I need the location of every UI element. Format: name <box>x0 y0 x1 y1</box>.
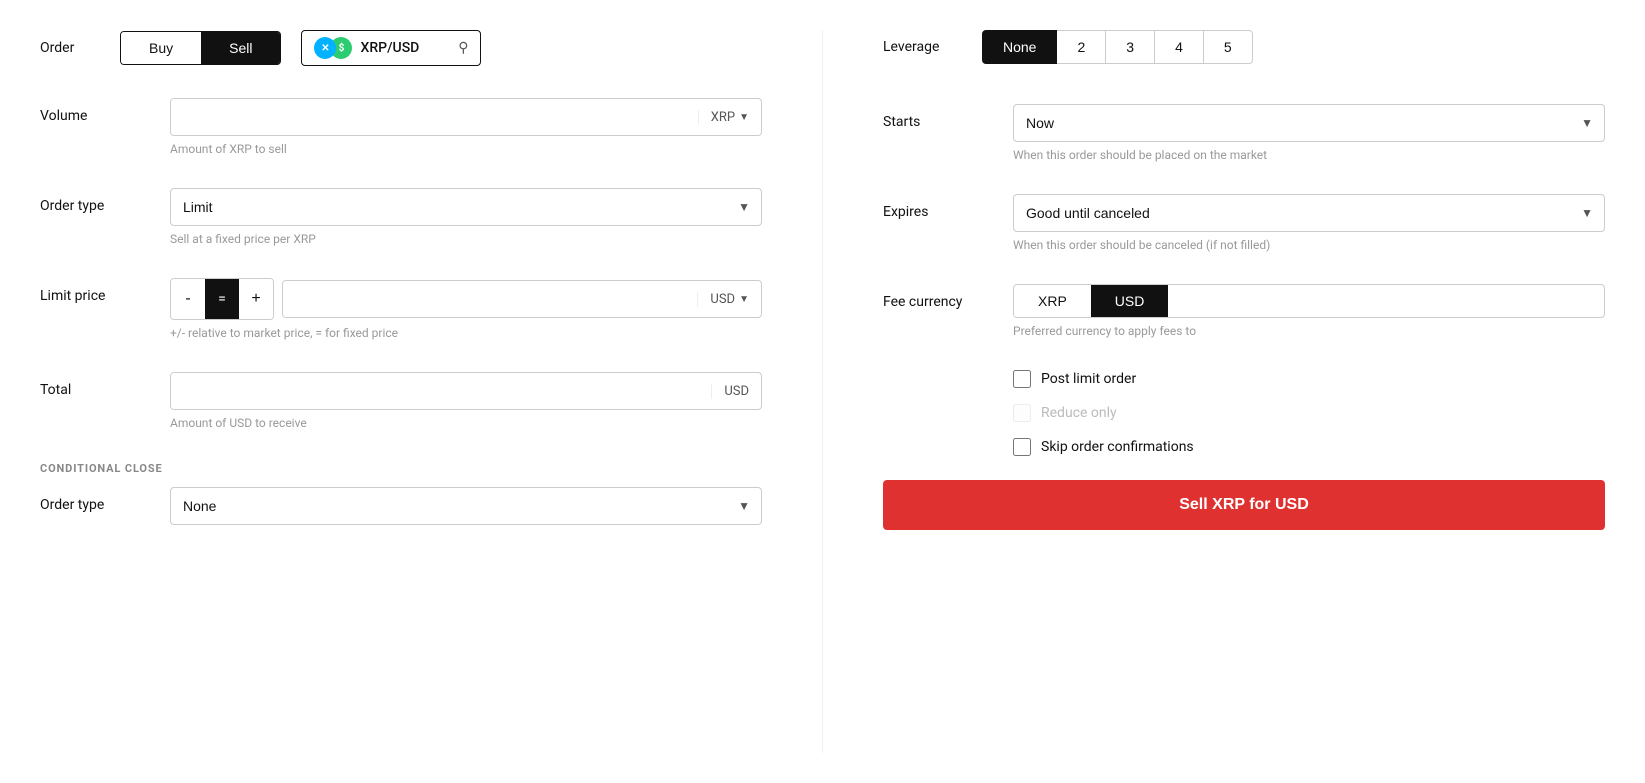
search-icon[interactable]: ⚲ <box>458 40 468 56</box>
starts-hint: When this order should be placed on the … <box>1013 148 1605 162</box>
conditional-order-type-select[interactable]: None Limit Market Stop Loss Take Profit <box>170 487 762 525</box>
skip-confirmations-label[interactable]: Skip order confirmations <box>1041 439 1194 455</box>
fee-currency-label: Fee currency <box>883 284 1013 310</box>
total-hint: Amount of USD to receive <box>170 416 762 430</box>
fee-currency-hint: Preferred currency to apply fees to <box>1013 324 1605 338</box>
fee-xrp-btn[interactable]: XRP <box>1014 285 1091 317</box>
limit-price-hint: +/- relative to market price, = for fixe… <box>170 326 762 340</box>
volume-input-wrap: XRP ▼ <box>170 98 762 136</box>
total-label: Total <box>40 372 170 398</box>
post-limit-checkbox[interactable] <box>1013 370 1031 388</box>
order-type-label: Order type <box>40 188 170 214</box>
limit-price-dropdown-arrow: ▼ <box>739 294 749 305</box>
volume-currency-selector[interactable]: XRP ▼ <box>698 110 761 125</box>
order-label: Order <box>40 40 100 56</box>
limit-price-input[interactable]: 0.33334 <box>283 281 697 317</box>
leverage-4-btn[interactable]: 4 <box>1154 30 1204 64</box>
leverage-options: None 2 3 4 5 <box>983 30 1253 64</box>
volume-input[interactable] <box>171 99 698 135</box>
volume-label: Volume <box>40 98 170 124</box>
volume-currency: XRP <box>711 110 735 125</box>
expires-hint: When this order should be canceled (if n… <box>1013 238 1605 252</box>
post-limit-label[interactable]: Post limit order <box>1041 371 1136 387</box>
buy-button[interactable]: Buy <box>121 32 201 64</box>
conditional-order-type-select-wrap: None Limit Market Stop Loss Take Profit … <box>170 487 762 525</box>
fee-usd-btn[interactable]: USD <box>1091 285 1169 317</box>
leverage-5-btn[interactable]: 5 <box>1203 30 1253 64</box>
leverage-none-btn[interactable]: None <box>982 30 1057 64</box>
starts-label: Starts <box>883 104 1013 130</box>
expires-select[interactable]: Good until canceled Day 1 week 1 month <box>1013 194 1605 232</box>
total-currency: USD <box>711 384 761 399</box>
leverage-3-btn[interactable]: 3 <box>1105 30 1155 64</box>
pair-selector[interactable]: ✕ $ XRP/USD ⚲ <box>301 30 481 66</box>
starts-select-wrap: Now Custom ▼ <box>1013 104 1605 142</box>
order-type-hint: Sell at a fixed price per XRP <box>170 232 762 246</box>
limit-price-input-wrap: 0.33334 USD ▼ <box>282 280 762 318</box>
reduce-only-label: Reduce only <box>1041 405 1117 421</box>
total-currency-text: USD <box>724 384 749 399</box>
post-limit-order-row: Post limit order <box>1013 370 1605 388</box>
volume-dropdown-arrow: ▼ <box>739 112 749 123</box>
leverage-2-btn[interactable]: 2 <box>1056 30 1106 64</box>
pair-icon: ✕ $ <box>314 37 352 59</box>
pair-text: XRP/USD <box>360 40 450 56</box>
total-input-wrap: USD <box>170 372 762 410</box>
buy-sell-toggle[interactable]: Buy Sell <box>120 31 281 65</box>
skip-confirmations-row: Skip order confirmations <box>1013 438 1605 456</box>
stepper-equals[interactable]: = <box>205 279 239 319</box>
limit-price-currency-selector[interactable]: USD ▼ <box>697 292 761 307</box>
reduce-only-row: Reduce only <box>1013 404 1605 422</box>
limit-price-currency: USD <box>710 292 735 307</box>
order-type-select[interactable]: Limit Market Stop Loss Take Profit <box>170 188 762 226</box>
expires-label: Expires <box>883 194 1013 220</box>
stepper-plus[interactable]: + <box>239 279 273 319</box>
limit-price-stepper: - = + <box>170 278 274 320</box>
sell-button[interactable]: Sell <box>201 32 280 64</box>
expires-select-wrap: Good until canceled Day 1 week 1 month ▼ <box>1013 194 1605 232</box>
reduce-only-checkbox[interactable] <box>1013 404 1031 422</box>
leverage-label: Leverage <box>883 39 983 55</box>
limit-price-label: Limit price <box>40 278 170 304</box>
sell-submit-button[interactable]: Sell XRP for USD <box>883 480 1605 530</box>
starts-select[interactable]: Now Custom <box>1013 104 1605 142</box>
fee-toggle: XRP USD <box>1013 284 1605 318</box>
conditional-close-section-label: CONDITIONAL CLOSE <box>40 462 762 475</box>
conditional-order-type-label: Order type <box>40 487 170 513</box>
volume-hint: Amount of XRP to sell <box>170 142 762 156</box>
skip-confirmations-checkbox[interactable] <box>1013 438 1031 456</box>
total-input[interactable] <box>171 373 711 409</box>
order-type-select-wrap: Limit Market Stop Loss Take Profit ▼ <box>170 188 762 226</box>
stepper-minus[interactable]: - <box>171 279 205 319</box>
